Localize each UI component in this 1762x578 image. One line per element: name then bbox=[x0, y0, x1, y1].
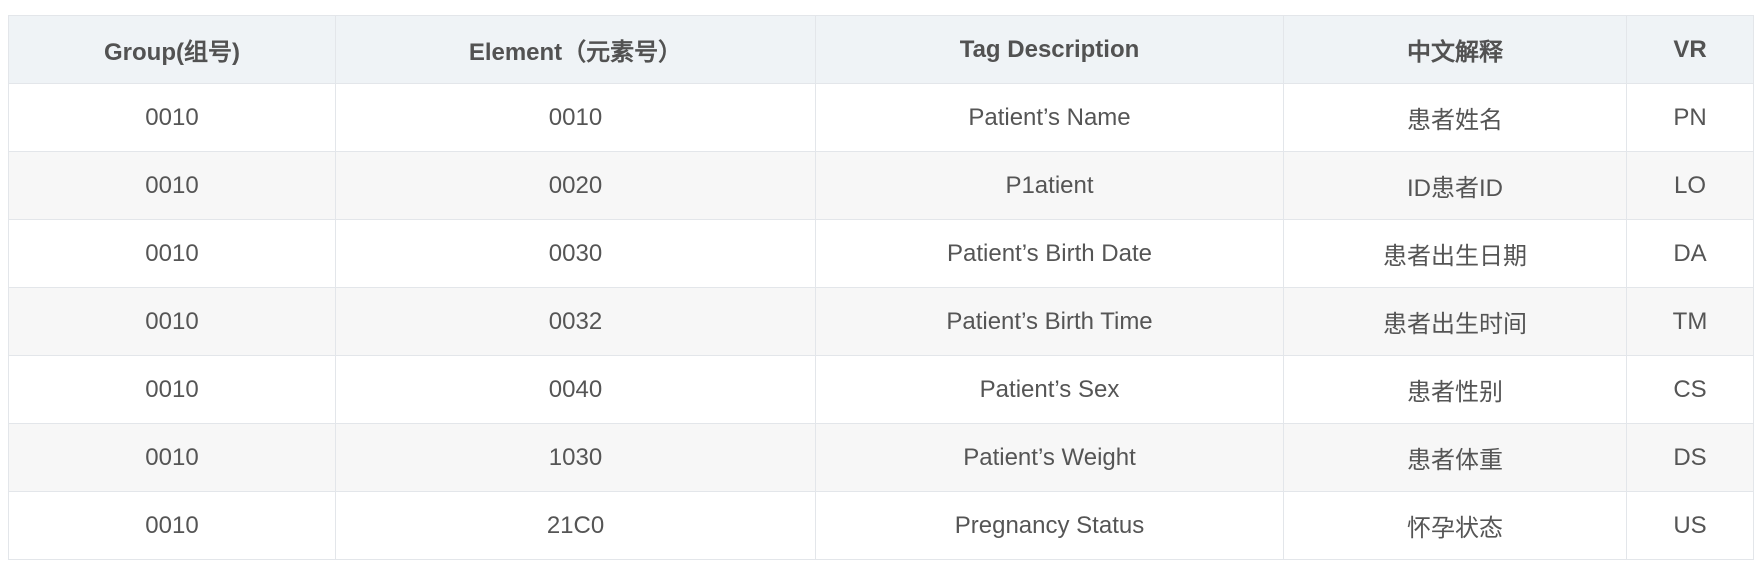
cell-element: 0040 bbox=[335, 355, 816, 424]
cell-vr: TM bbox=[1626, 287, 1754, 356]
table-row: 0010 0030 Patient’s Birth Date 患者出生日期 DA bbox=[8, 219, 1754, 288]
cell-chinese-explanation: 患者出生日期 bbox=[1283, 219, 1627, 288]
cell-chinese-explanation: 患者姓名 bbox=[1283, 83, 1627, 152]
cell-group: 0010 bbox=[8, 491, 336, 560]
cell-element: 0010 bbox=[335, 83, 816, 152]
header-chinese-explanation: 中文解释 bbox=[1283, 15, 1627, 84]
cell-tag-description: Patient’s Sex bbox=[815, 355, 1284, 424]
table-row: 0010 0040 Patient’s Sex 患者性别 CS bbox=[8, 355, 1754, 424]
header-row: Group(组号) Element（元素号） Tag Description 中… bbox=[8, 15, 1754, 84]
table-row: 0010 0032 Patient’s Birth Time 患者出生时间 TM bbox=[8, 287, 1754, 356]
cell-group: 0010 bbox=[8, 423, 336, 492]
header-tag-description: Tag Description bbox=[815, 15, 1284, 84]
cell-tag-description: Patient’s Birth Date bbox=[815, 219, 1284, 288]
header-element: Element（元素号） bbox=[335, 15, 816, 84]
cell-group: 0010 bbox=[8, 355, 336, 424]
cell-group: 0010 bbox=[8, 219, 336, 288]
cell-vr: US bbox=[1626, 491, 1754, 560]
cell-chinese-explanation: 怀孕状态 bbox=[1283, 491, 1627, 560]
cell-vr: LO bbox=[1626, 151, 1754, 220]
cell-element: 0030 bbox=[335, 219, 816, 288]
cell-vr: PN bbox=[1626, 83, 1754, 152]
header-vr: VR bbox=[1626, 15, 1754, 84]
cell-chinese-explanation: ID患者ID bbox=[1283, 151, 1627, 220]
cell-element: 0032 bbox=[335, 287, 816, 356]
table-body: 0010 0010 Patient’s Name 患者姓名 PN 0010 00… bbox=[8, 83, 1754, 560]
cell-tag-description: P1atient bbox=[815, 151, 1284, 220]
cell-vr: CS bbox=[1626, 355, 1754, 424]
table-row: 0010 0020 P1atient ID患者ID LO bbox=[8, 151, 1754, 220]
cell-element: 1030 bbox=[335, 423, 816, 492]
cell-chinese-explanation: 患者体重 bbox=[1283, 423, 1627, 492]
cell-group: 0010 bbox=[8, 151, 336, 220]
cell-group: 0010 bbox=[8, 83, 336, 152]
header-group: Group(组号) bbox=[8, 15, 336, 84]
cell-tag-description: Pregnancy Status bbox=[815, 491, 1284, 560]
cell-vr: DA bbox=[1626, 219, 1754, 288]
cell-vr: DS bbox=[1626, 423, 1754, 492]
cell-element: 0020 bbox=[335, 151, 816, 220]
cell-tag-description: Patient’s Weight bbox=[815, 423, 1284, 492]
cell-group: 0010 bbox=[8, 287, 336, 356]
cell-chinese-explanation: 患者性别 bbox=[1283, 355, 1627, 424]
cell-tag-description: Patient’s Name bbox=[815, 83, 1284, 152]
table-row: 0010 21C0 Pregnancy Status 怀孕状态 US bbox=[8, 491, 1754, 560]
dicom-tag-table: Group(组号) Element（元素号） Tag Description 中… bbox=[8, 15, 1754, 560]
table-row: 0010 0010 Patient’s Name 患者姓名 PN bbox=[8, 83, 1754, 152]
table-row: 0010 1030 Patient’s Weight 患者体重 DS bbox=[8, 423, 1754, 492]
cell-chinese-explanation: 患者出生时间 bbox=[1283, 287, 1627, 356]
dicom-tag-table-container: Group(组号) Element（元素号） Tag Description 中… bbox=[8, 15, 1754, 560]
cell-tag-description: Patient’s Birth Time bbox=[815, 287, 1284, 356]
table-header: Group(组号) Element（元素号） Tag Description 中… bbox=[8, 15, 1754, 84]
cell-element: 21C0 bbox=[335, 491, 816, 560]
